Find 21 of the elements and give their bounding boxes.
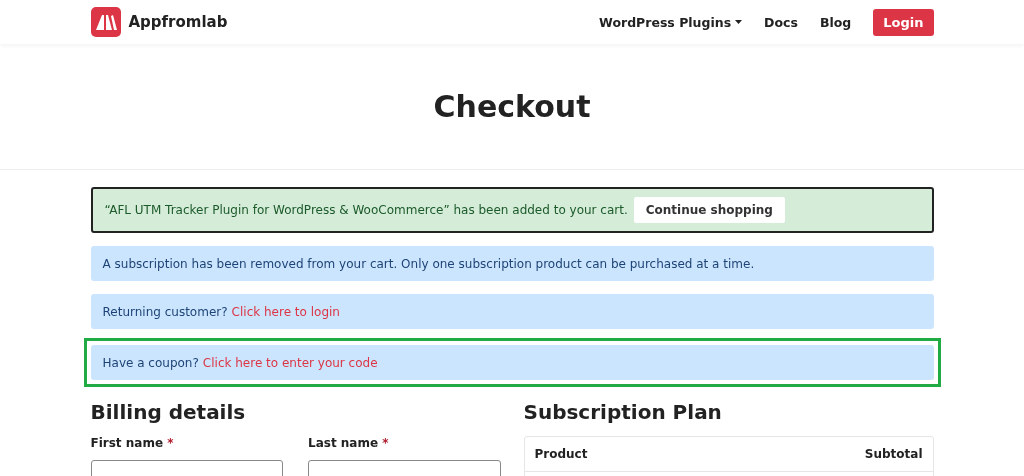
nav-link[interactable]: Blog: [819, 14, 852, 30]
logo-icon: [90, 7, 121, 37]
notice-text: “AFL UTM Tracker Plugin for WordPress & WooCommerce” has been added to your cart.: [104, 203, 628, 217]
column-header: Subtotal: [864, 447, 923, 461]
notice-link[interactable]: Click here to login: [231, 304, 340, 319]
brand-name[interactable]: Appfromlab: [128, 13, 228, 31]
section-title: Billing details: [90, 400, 247, 424]
notice-text: Have a coupon?: [102, 355, 199, 370]
login-button[interactable]: Login: [873, 8, 934, 36]
page-title: Checkout: [433, 89, 591, 124]
notice-link[interactable]: Click here to enter your code: [202, 355, 378, 370]
column-header: Product: [534, 447, 588, 461]
notice-text: Returning customer?: [102, 304, 228, 319]
nav-link[interactable]: WordPress Plugins: [599, 14, 743, 30]
field-label: Last name *: [308, 436, 390, 450]
caret-icon: [735, 20, 743, 24]
section-title: Subscription Plan: [523, 400, 723, 424]
field-label: First name *: [90, 436, 175, 450]
continue-shopping-button[interactable]: Continue shopping: [633, 197, 785, 223]
nav-link[interactable]: Docs: [764, 14, 798, 30]
notice-text: A subscription has been removed from your cart. Only one subscription product can be purchased at a time.: [102, 256, 755, 271]
